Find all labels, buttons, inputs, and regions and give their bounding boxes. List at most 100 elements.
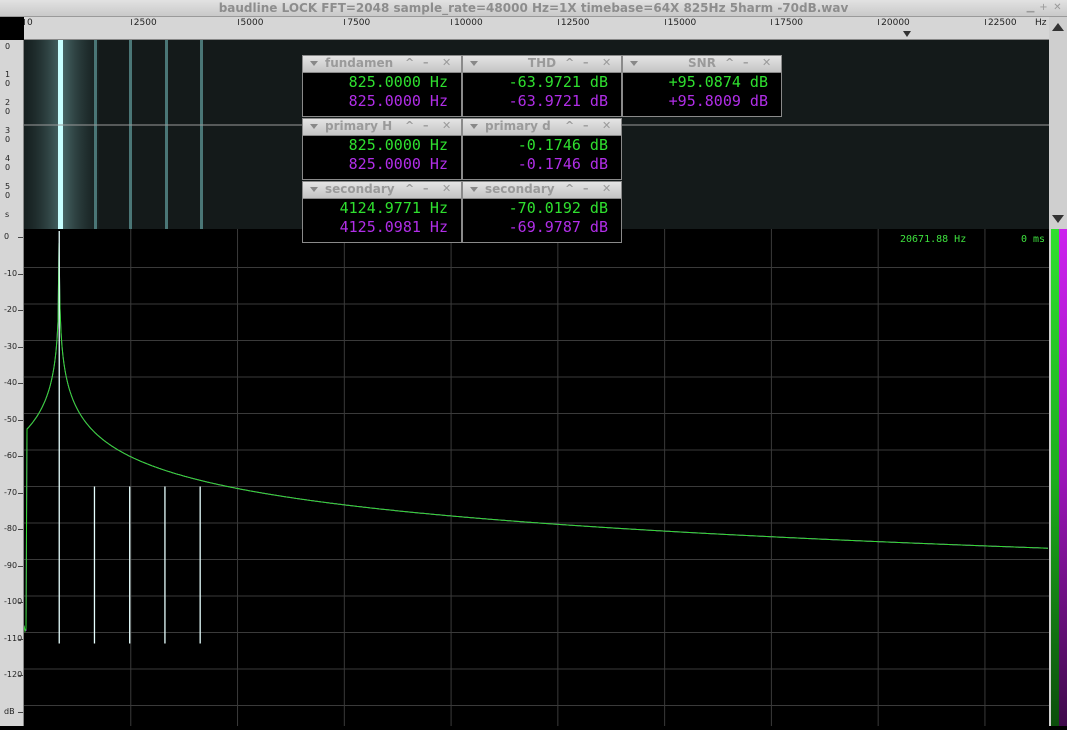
frequency-ruler-tick <box>451 19 453 25</box>
frequency-ruler-tick <box>557 19 559 25</box>
close-icon[interactable]: ✕ <box>442 56 451 69</box>
dropdown-icon[interactable] <box>310 187 318 192</box>
minimize-icon[interactable]: ▁ <box>1024 1 1037 14</box>
spectrum-display[interactable] <box>23 229 1049 726</box>
cursor-time-readout: 0 ms <box>1021 234 1046 245</box>
close-icon[interactable]: ✕ <box>442 119 451 132</box>
frequency-ruler-label: 10000 <box>454 18 483 28</box>
panel-header[interactable]: primary d ^ – ✕ <box>463 119 621 136</box>
spectrum-svg <box>23 229 1049 726</box>
db-ruler-label: -70 <box>4 487 18 497</box>
panel-fundamental[interactable]: fundamen ^ – ✕ 825.0000 Hz 825.0000 Hz <box>302 55 462 117</box>
db-ruler-tick <box>18 383 23 384</box>
db-ruler-tick <box>18 456 23 457</box>
scroll-up-icon[interactable] <box>1052 23 1064 31</box>
panel-value-ch1: -63.9721 dB <box>508 73 608 91</box>
minimize-icon[interactable]: – <box>423 119 429 132</box>
panel-value-ch1: 825.0000 Hz <box>348 136 448 154</box>
dropdown-icon[interactable] <box>310 61 318 66</box>
close-icon[interactable]: ✕ <box>442 182 451 195</box>
minimize-icon[interactable]: – <box>743 56 749 69</box>
scroll-down-icon[interactable] <box>1052 215 1064 223</box>
close-icon[interactable]: ✕ <box>602 182 611 195</box>
channel1-level-meter <box>1051 229 1059 726</box>
panel-primary-harmonic[interactable]: primary H ^ – ✕ 825.0000 Hz 825.0000 Hz <box>302 118 462 180</box>
db-ruler-tick <box>18 711 23 713</box>
raise-icon[interactable]: ^ <box>725 56 734 69</box>
raise-icon[interactable]: ^ <box>565 119 574 132</box>
close-icon[interactable]: ✕ <box>602 119 611 132</box>
spectrogram-harmonic-3 <box>129 40 132 229</box>
panel-secondary-hz[interactable]: secondary ^ – ✕ 4124.9771 Hz 4125.0981 H… <box>302 181 462 243</box>
spectrum-trace-channel1 <box>23 242 1048 633</box>
time-ruler[interactable]: 0 1 0 2 0 3 0 4 0 5 0 s <box>0 40 24 229</box>
panel-value-ch1: -70.0192 dB <box>508 199 608 217</box>
frequency-ruler-tick <box>664 19 666 25</box>
raise-icon[interactable]: ^ <box>405 56 414 69</box>
dropdown-icon[interactable] <box>310 124 318 129</box>
spectrogram-harmonic-2 <box>94 40 97 229</box>
dropdown-icon[interactable] <box>470 124 478 129</box>
panel-secondary-db[interactable]: secondary ^ – ✕ -70.0192 dB -69.9787 dB <box>462 181 622 243</box>
panel-header[interactable]: primary H ^ – ✕ <box>303 119 461 136</box>
db-ruler-tick <box>18 675 23 676</box>
raise-icon[interactable]: ^ <box>405 119 414 132</box>
db-ruler-tick <box>18 237 23 238</box>
frequency-ruler-label: 15000 <box>667 18 697 28</box>
db-ruler-label: -10 <box>4 268 18 278</box>
close-icon[interactable]: ✕ <box>1051 1 1064 14</box>
panel-snr[interactable]: SNR ^ – ✕ +95.0874 dB +95.8009 dB <box>622 55 782 117</box>
frequency-ruler-label: 17500 <box>774 18 804 28</box>
panel-header[interactable]: SNR ^ – ✕ <box>623 56 781 73</box>
frequency-ruler-tick <box>344 19 346 25</box>
raise-icon[interactable]: ^ <box>565 56 574 69</box>
spectrogram-harmonic-4 <box>165 40 168 229</box>
panel-value-ch1: 825.0000 Hz <box>348 73 448 91</box>
spectrum-trace-channel2 <box>23 242 1048 632</box>
db-ruler-label: -90 <box>4 560 18 570</box>
panel-header[interactable]: secondary ^ – ✕ <box>303 182 461 199</box>
window-title: baudline LOCK FFT=2048 sample_rate=48000… <box>218 1 849 15</box>
db-ruler-label: -20 <box>4 305 18 314</box>
cursor-frequency-readout: 20671.88 Hz <box>900 234 967 245</box>
db-ruler-tick <box>18 638 23 640</box>
frequency-ruler-label: 12500 <box>560 18 590 28</box>
close-icon[interactable]: ✕ <box>762 56 771 69</box>
db-ruler-label: -50 <box>4 414 18 424</box>
raise-icon[interactable]: ^ <box>565 182 574 195</box>
dropdown-icon[interactable] <box>470 187 478 192</box>
frequency-ruler[interactable]: 0 2500 5000 7500 10000 12500 15000 17500 20000 22… <box>24 17 1049 40</box>
db-ruler-label: -40 <box>4 378 18 387</box>
time-ruler-label: 5 0 <box>5 182 11 200</box>
time-ruler-label: 3 0 <box>5 126 11 144</box>
spectrogram-harmonic-5 <box>200 40 203 229</box>
time-ruler-label: 2 0 <box>5 98 11 116</box>
frequency-marker-icon[interactable] <box>903 31 911 37</box>
panel-value-ch2: 825.0000 Hz <box>348 155 448 173</box>
minimize-icon[interactable]: – <box>583 56 589 69</box>
db-ruler[interactable]: 0 -10 -20 -30 -40 -50 -60 -70 -80 -90 -100 -110 -120… <box>0 229 24 726</box>
db-ruler-label: -60 <box>4 451 18 460</box>
minimize-icon[interactable]: – <box>423 182 429 195</box>
maximize-icon[interactable]: + <box>1037 1 1050 14</box>
panel-header[interactable]: fundamen ^ – ✕ <box>303 56 461 73</box>
frequency-ruler-unit: Hz <box>1035 18 1047 28</box>
minimize-icon[interactable]: – <box>423 56 429 69</box>
panel-header[interactable]: THD ^ – ✕ <box>463 56 621 73</box>
minimize-icon[interactable]: – <box>583 119 589 132</box>
panel-title: primary H <box>325 119 393 133</box>
channel2-level-meter <box>1059 229 1067 726</box>
panel-value-ch1: +95.0874 dB <box>668 73 768 91</box>
db-ruler-label: -30 <box>4 341 18 351</box>
panel-header[interactable]: secondary ^ – ✕ <box>463 182 621 199</box>
frequency-ruler-tick <box>984 19 986 25</box>
frequency-ruler-tick <box>771 19 773 25</box>
close-icon[interactable]: ✕ <box>602 56 611 69</box>
minimize-icon[interactable]: – <box>583 182 589 195</box>
db-ruler-tick <box>18 529 23 530</box>
panel-thd[interactable]: THD ^ – ✕ -63.9721 dB -63.9721 dB <box>462 55 622 117</box>
panel-primary-db[interactable]: primary d ^ – ✕ -0.1746 dB -0.1746 dB <box>462 118 622 180</box>
raise-icon[interactable]: ^ <box>405 182 414 195</box>
frequency-ruler-tick <box>237 19 239 25</box>
frequency-ruler-label: 2500 <box>133 18 157 28</box>
